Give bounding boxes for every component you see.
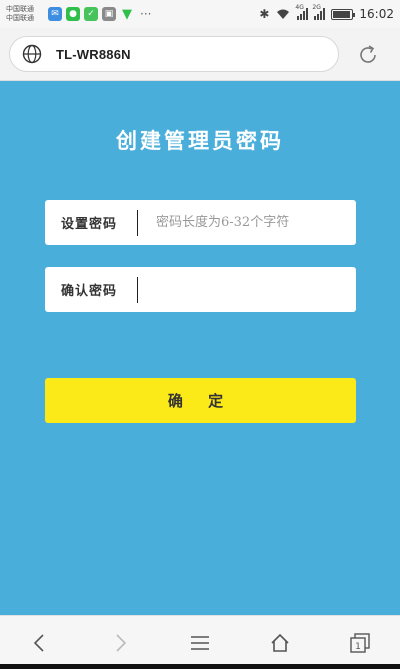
- forward-button[interactable]: [80, 616, 160, 669]
- globe-icon: [22, 44, 42, 64]
- carrier-info: 中国联通 中国联通: [6, 5, 44, 23]
- app-notification-icon: ✉: [48, 7, 62, 21]
- confirm-password-label: 确认密码: [61, 284, 118, 299]
- battery-fill: [333, 10, 350, 18]
- carrier-line-2: 中国联通: [6, 14, 34, 22]
- wifi-icon: [277, 9, 290, 19]
- menu-button[interactable]: [160, 616, 240, 669]
- set-password-field: 设置密码: [45, 200, 356, 245]
- carrier-line-1: 中国联通: [6, 5, 34, 13]
- home-icon: [271, 633, 289, 652]
- back-button[interactable]: [0, 616, 80, 669]
- more-notifications-icon: ···: [140, 7, 152, 21]
- wechat-icon: ●: [66, 7, 80, 21]
- address-bar[interactable]: TL-WR886N: [9, 36, 339, 72]
- back-icon: [33, 633, 44, 652]
- clock: 16:02: [359, 7, 394, 21]
- signal-2g-icon: 2G: [312, 4, 326, 20]
- reload-icon[interactable]: [356, 43, 380, 67]
- tab-count: 1: [355, 642, 361, 652]
- wifi-notification-icon: ▼: [122, 6, 132, 22]
- set-password-label: 设置密码: [61, 217, 118, 232]
- forward-icon: [116, 633, 127, 652]
- bluetooth-icon: ✱: [259, 7, 270, 21]
- status-bar: 中国联通 中国联通 ✉ ● ✓ ▣ ▼ ··· ✱ 4G 2G 16:02: [0, 0, 400, 28]
- status-indicators: ✱ 4G 2G 16:02: [259, 4, 394, 21]
- browser-bottom-nav: 1: [0, 615, 400, 669]
- confirm-password-input[interactable]: [138, 267, 356, 312]
- url-text: TL-WR886N: [56, 46, 131, 62]
- image-icon: ▣: [102, 7, 116, 21]
- confirm-button[interactable]: 确 定: [45, 378, 356, 423]
- message-icon: ✓: [84, 7, 98, 21]
- menu-icon: [191, 635, 209, 650]
- system-bottom-edge: [0, 664, 400, 669]
- browser-toolbar: TL-WR886N: [0, 28, 400, 81]
- tabs-icon: 1: [350, 632, 370, 653]
- signal-4g-icon: 4G: [295, 4, 309, 20]
- signal-2g-label: 2G: [312, 4, 321, 11]
- battery-icon: [331, 8, 356, 20]
- tabs-button[interactable]: 1: [320, 616, 400, 669]
- notification-icons: ✉ ● ✓ ▣ ▼ ···: [48, 6, 152, 22]
- confirm-password-field: 确认密码: [45, 267, 356, 312]
- set-password-input[interactable]: [138, 200, 356, 245]
- home-button[interactable]: [240, 616, 320, 669]
- page-title: 创建管理员密码: [116, 128, 284, 153]
- signal-4g-label: 4G: [295, 4, 304, 11]
